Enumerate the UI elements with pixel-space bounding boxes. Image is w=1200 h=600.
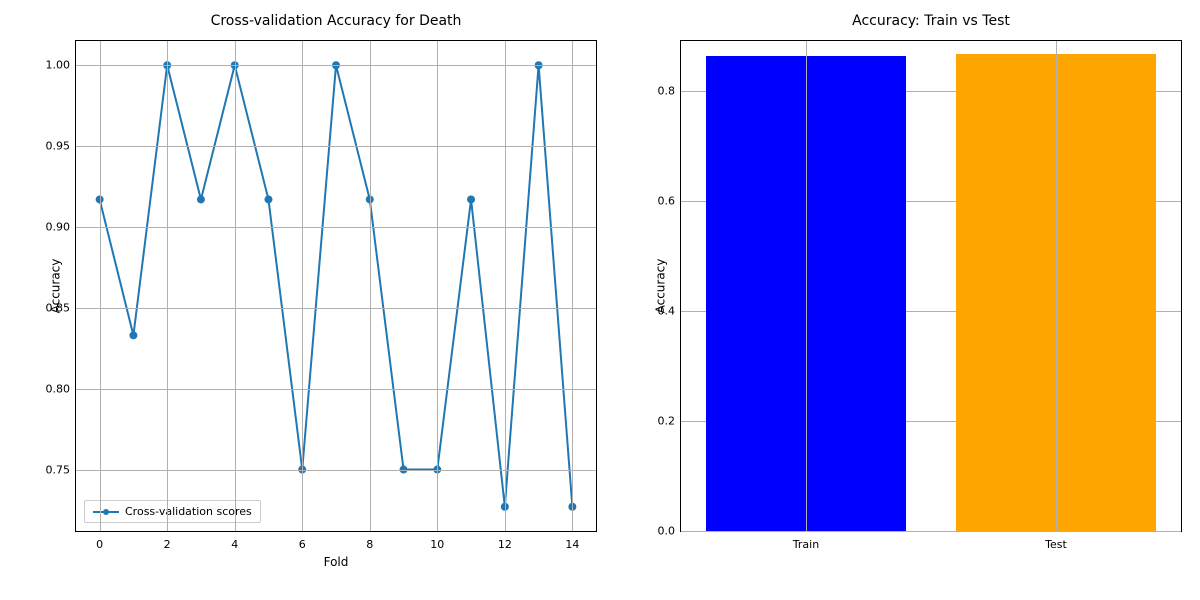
- grid-line: [681, 531, 1181, 532]
- x-tick-label: Train: [793, 538, 819, 551]
- data-point: [467, 195, 475, 203]
- grid-line: [437, 41, 438, 531]
- grid-line: [100, 41, 101, 531]
- grid-line: [76, 146, 596, 147]
- x-tick-label: 6: [299, 538, 306, 551]
- grid-line: [76, 65, 596, 66]
- x-tick-label: Test: [1045, 538, 1067, 551]
- y-tick-label: 1.00: [46, 59, 71, 72]
- grid-line: [76, 470, 596, 471]
- grid-line: [572, 41, 573, 531]
- data-point: [197, 195, 205, 203]
- legend-sample-icon: [93, 506, 119, 518]
- y-tick-label: 0.80: [46, 382, 71, 395]
- legend-label: Cross-validation scores: [125, 505, 252, 518]
- y-tick-label: 0.75: [46, 463, 71, 476]
- x-tick-label: 12: [498, 538, 512, 551]
- grid-line: [76, 389, 596, 390]
- grid-line: [1056, 41, 1057, 531]
- x-tick-label: 4: [231, 538, 238, 551]
- grid-line: [806, 41, 807, 531]
- grid-line: [505, 41, 506, 531]
- bar-chart-axes: Accuracy: Train vs Test Accuracy 0.00.20…: [680, 40, 1182, 532]
- line-chart-title: Cross-validation Accuracy for Death: [76, 13, 596, 29]
- line-chart-xlabel: Fold: [76, 555, 596, 569]
- x-tick-label: 0: [96, 538, 103, 551]
- bar-chart-title: Accuracy: Train vs Test: [681, 13, 1181, 29]
- y-tick-label: 0.85: [46, 301, 71, 314]
- x-tick-label: 2: [164, 538, 171, 551]
- y-tick-label: 0.6: [658, 194, 676, 207]
- grid-line: [167, 41, 168, 531]
- y-tick-label: 0.2: [658, 414, 676, 427]
- y-tick-label: 0.8: [658, 84, 676, 97]
- grid-line: [76, 227, 596, 228]
- data-point: [264, 195, 272, 203]
- grid-line: [302, 41, 303, 531]
- x-tick-label: 10: [430, 538, 444, 551]
- y-tick-label: 0.0: [658, 525, 676, 538]
- y-tick-label: 0.90: [46, 220, 71, 233]
- y-tick-label: 0.4: [658, 304, 676, 317]
- grid-line: [235, 41, 236, 531]
- x-tick-label: 8: [366, 538, 373, 551]
- figure: Cross-validation Accuracy for Death Fold…: [0, 0, 1200, 600]
- line-plot-svg: [76, 41, 596, 531]
- data-point: [129, 331, 137, 339]
- line-series: [100, 65, 573, 506]
- x-tick-label: 14: [565, 538, 579, 551]
- grid-line: [76, 308, 596, 309]
- line-chart-axes: Cross-validation Accuracy for Death Fold…: [75, 40, 597, 532]
- grid-line: [370, 41, 371, 531]
- y-tick-label: 0.95: [46, 140, 71, 153]
